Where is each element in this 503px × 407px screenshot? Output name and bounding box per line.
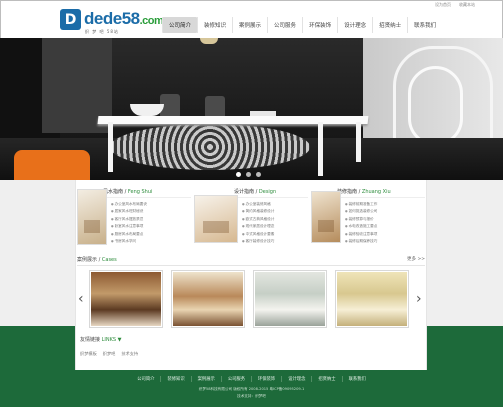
cases-next-arrow-icon[interactable]: › bbox=[416, 292, 422, 306]
friend-links: 织梦模板 织梦吧 技术支持 bbox=[80, 351, 138, 357]
main-nav: 公司简介 装修知识 案例展示 公司服务 环保装饰 设计理念 招贤纳士 联系我们 bbox=[162, 17, 442, 33]
rug-decoration bbox=[110, 124, 310, 170]
design-list: 办公室装修风格 简约风格装修设计 欧式古典风格设计 现代家居设计理念 中式风格设… bbox=[242, 201, 275, 245]
nav-item-cases[interactable]: 案例展示 bbox=[232, 17, 267, 33]
case-item[interactable] bbox=[171, 270, 245, 328]
logo-text: dede58.com bbox=[84, 8, 164, 28]
footer-link[interactable]: 公司服务 bbox=[220, 376, 251, 382]
bookmark-link[interactable]: 收藏本站 bbox=[459, 2, 475, 8]
case-item[interactable] bbox=[89, 270, 163, 328]
case-image bbox=[91, 272, 161, 326]
copyright-text: 织梦58科技有限公司 版权所有 2008-2015 粤ICP备09095209-… bbox=[198, 387, 305, 391]
zhuang-xiu-thumb-image[interactable] bbox=[311, 191, 341, 243]
service-zhuang-xiu: 装修指南 / Zhuang Xiu 装修前期准备工作 如何挑选装修公司 装修预算… bbox=[311, 188, 425, 250]
zhuang-xiu-list: 装修前期准备工作 如何挑选装修公司 装修预算与报价 水电改造施工要点 装修验收注… bbox=[345, 201, 378, 245]
nav-item-design-concept[interactable]: 设计理念 bbox=[337, 17, 372, 33]
services-row: 风水指南 / Feng Shui 办公室风水布局要诀 居家风水旺财秘诀 客厅风水… bbox=[77, 188, 425, 250]
table-image bbox=[97, 116, 369, 124]
slider-dot-2[interactable] bbox=[246, 172, 251, 177]
set-homepage-link[interactable]: 设为首页 bbox=[435, 2, 451, 8]
nav-item-company-intro[interactable]: 公司简介 bbox=[162, 17, 198, 33]
service-feng-shui: 风水指南 / Feng Shui 办公室风水布局要诀 居家风水旺财秘诀 客厅风水… bbox=[77, 188, 191, 250]
friend-link[interactable]: 织梦模板 bbox=[80, 351, 97, 357]
footer-link[interactable]: 案例展示 bbox=[190, 376, 221, 382]
case-image bbox=[173, 272, 243, 326]
feng-shui-thumb-image[interactable] bbox=[77, 189, 107, 245]
friend-link[interactable]: 技术支持 bbox=[121, 351, 138, 357]
logo-subtitle: 织 梦 吧 58站 bbox=[85, 29, 119, 34]
case-item[interactable] bbox=[335, 270, 409, 328]
slider-dot-3[interactable] bbox=[256, 172, 261, 177]
footer-link[interactable]: 联系我们 bbox=[341, 376, 372, 382]
case-image bbox=[255, 272, 325, 326]
tech-support-text: 技术支持：织梦吧 bbox=[237, 394, 266, 398]
cases-header: 案例展示 / Cases 更多 >> bbox=[77, 256, 425, 266]
slider-dot-1[interactable] bbox=[236, 172, 241, 177]
cases-prev-arrow-icon[interactable]: ‹ bbox=[78, 292, 84, 306]
links-header: 友情链接 LINKS ▼ bbox=[80, 337, 122, 343]
cases-carousel bbox=[89, 270, 409, 328]
logo-mark-icon: D bbox=[60, 9, 81, 30]
nav-item-services[interactable]: 公司服务 bbox=[267, 17, 302, 33]
footer-link[interactable]: 环保装饰 bbox=[251, 376, 281, 382]
case-item[interactable] bbox=[253, 270, 327, 328]
site-logo[interactable]: D dede58.com bbox=[60, 8, 164, 30]
friend-link[interactable]: 织梦吧 bbox=[103, 351, 116, 357]
footer-nav: 公司简介 装修知识 案例展示 公司服务 环保装饰 设计理念 招贤纳士 联系我们 bbox=[0, 376, 503, 382]
footer-link[interactable]: 公司简介 bbox=[131, 376, 160, 382]
cases-title: 案例展示 / Cases bbox=[77, 257, 117, 263]
footer-link[interactable]: 招贤纳士 bbox=[311, 376, 341, 382]
nav-item-contact[interactable]: 联系我们 bbox=[407, 17, 442, 33]
hero-banner[interactable] bbox=[0, 38, 503, 180]
service-design: 设计指南 / Design 办公室装修风格 简约风格装修设计 欧式古典风格设计 … bbox=[194, 188, 308, 250]
footer-link[interactable]: 设计理念 bbox=[281, 376, 311, 382]
slider-dots bbox=[236, 172, 261, 177]
orange-pouf-image bbox=[14, 150, 90, 180]
nav-item-careers[interactable]: 招贤纳士 bbox=[372, 17, 407, 33]
header: 设为首页 收藏本站 D dede58.com 织 梦 吧 58站 公司简介 装修… bbox=[0, 0, 503, 38]
nav-item-eco-decoration[interactable]: 环保装饰 bbox=[302, 17, 337, 33]
feng-shui-list: 办公室风水布局要诀 居家风水旺财秘诀 客厅风水摆放禁忌 卧室风水注意事项 厨房风… bbox=[111, 201, 147, 245]
top-links: 设为首页 收藏本站 bbox=[435, 2, 475, 8]
cases-more-link[interactable]: 更多 >> bbox=[407, 256, 425, 265]
case-image bbox=[337, 272, 407, 326]
design-thumb-image[interactable] bbox=[194, 195, 238, 243]
footer-link[interactable]: 装修知识 bbox=[160, 376, 190, 382]
nav-item-decoration-knowledge[interactable]: 装修知识 bbox=[197, 17, 232, 33]
